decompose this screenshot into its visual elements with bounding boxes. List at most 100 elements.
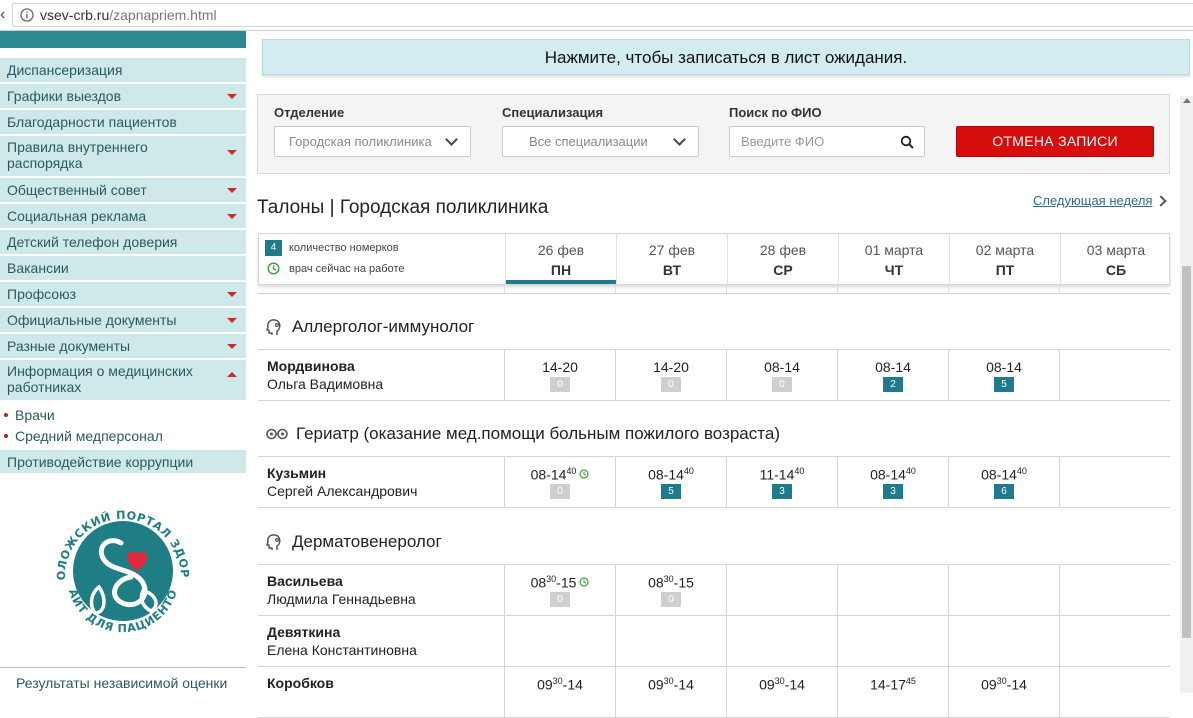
doctor-name[interactable]: Девяткина Елена Константиновна [267,624,417,658]
day-tab-0[interactable]: 26 фев ПН [505,234,616,284]
slot-time-start: 09 [759,676,775,693]
day-tab-4[interactable]: 02 марта ПТ [949,234,1060,284]
schedule-slot[interactable]: 0930-14 [948,667,1059,717]
slot-time-start: 08 [530,574,547,591]
day-tab-3[interactable]: 01 марта ЧТ [838,234,949,284]
chevron-down-icon [445,133,458,146]
elderly-glasses-icon [266,428,288,440]
schedule-slot[interactable]: 14-1745 [837,667,948,717]
search-icon[interactable] [900,135,914,149]
sidebar-item-obshchestvenny-sovet[interactable]: Общественный совет [0,178,246,204]
slot-time-start: 08-14 [981,466,1017,483]
schedule-slot[interactable]: 08-14 2 [837,350,948,400]
url-field[interactable]: vsev-crb.ru/zapnapriem.html [12,3,1193,27]
active-day-indicator [506,280,616,284]
day-tab-2[interactable]: 28 фев СР [727,234,838,284]
ticket-count-badge: 0 [550,592,570,607]
schedule-slot[interactable]: 08-1440 0 [504,457,615,507]
doctor-name[interactable]: Васильева Людмила Геннадьевна [267,573,416,607]
sidebar-item-protivodeystvie-korruptsii[interactable]: Противодействие коррупции [0,450,246,475]
sidebar-item-info-med-rabotnikah[interactable]: Информация о медицинских работниках [0,360,246,402]
chevron-right-icon[interactable] [1155,195,1167,207]
search-label: Поиск по ФИО [729,105,822,120]
schedule-grid: Васильева Людмила Геннадьевна 0830-15 0 0830… [258,564,1170,718]
sidebar-item-blagodarnosti[interactable]: Благодарности пациентов [0,110,246,136]
slot-time-start: 08-14 [870,466,906,483]
sidebar-item-sotsialnaya-reklama[interactable]: Социальная реклама [0,204,246,230]
caret-down-icon [227,188,237,193]
schedule-slot[interactable]: 0930-14 [726,667,837,717]
back-arrow-icon[interactable]: ‹ [0,6,6,24]
schedule-slot [948,565,1059,615]
independent-assessment-link[interactable]: Результаты независимой оценки [16,675,227,691]
caret-down-icon [227,150,237,155]
caret-down-icon [227,214,237,219]
specialty-name: Дерматовенеролог [292,532,442,551]
browser-address-bar: ‹ vsev-crb.ru/zapnapriem.html [0,0,1193,31]
doctor-last-name: Мордвинова [267,358,355,374]
department-select[interactable]: Городская поликлиника [274,126,471,157]
schedule-slot[interactable]: 08-1440 3 [837,457,948,507]
sidebar-divider [0,667,246,668]
column-divider [948,286,949,293]
info-icon[interactable] [20,8,34,22]
next-week-link[interactable]: Следующая неделя [1033,193,1152,208]
day-date: 27 фев [648,242,696,258]
schedule-slot[interactable]: 14-20 0 [615,350,726,400]
doctor-name[interactable]: Кузьмин Сергей Александрович [267,465,417,499]
scrollbar-thumb[interactable] [1182,266,1191,638]
search-fio-input[interactable] [729,126,925,157]
sidebar-item-profsoyuz[interactable]: Профсоюз [0,282,246,308]
sidebar-item-detsky-telefon[interactable]: Детский телефон доверия [0,230,246,256]
specialization-select[interactable]: Все специализации [502,126,699,157]
schedule-slot [726,616,837,666]
slot-time: 0930-14 [505,676,615,693]
slot-time-start: 09 [537,676,553,693]
day-tab-5[interactable]: 03 марта СБ [1060,234,1171,284]
sidebar-item-dispanserizatsiya[interactable]: Диспансеризация [0,58,246,84]
sidebar-subitem-sredny-medpersonal[interactable]: Средний медперсонал [4,428,163,444]
schedule-slot[interactable]: 08-14 5 [948,350,1059,400]
legend-working: врач сейчас на работе [265,262,404,275]
column-divider [615,286,616,293]
sidebar-item-label: Вакансии [7,260,69,276]
schedule-slot[interactable]: 0930-14 [504,667,615,717]
day-date: 03 марта [1086,242,1146,258]
page-scrollbar[interactable] [1180,96,1193,693]
slot-time-minutes: 30 [774,676,785,686]
doctor-name[interactable]: Мордвинова Ольга Вадимовна [267,358,383,392]
ticket-count-badge: 3 [772,484,792,499]
slot-time-minutes: 30 [663,676,674,686]
sidebar-item-ofitsialnye-dokumenty[interactable]: Официальные документы [0,308,246,334]
sidebar-item-grafiki-vyezdov[interactable]: Графики выездов [0,84,246,110]
sidebar-item-label: Детский телефон доверия [7,234,178,250]
schedule-slot[interactable]: 08-14 0 [726,350,837,400]
schedule-slot[interactable]: 0830-15 0 [615,565,726,615]
cancel-appointment-button[interactable]: ОТМЕНА ЗАПИСИ [956,126,1154,157]
column-divider [837,286,838,293]
sidebar-subitem-vrachi[interactable]: Врачи [4,407,55,423]
schedule-slot[interactable]: 14-20 0 [504,350,615,400]
schedule-slot [837,565,948,615]
schedule-slot[interactable]: 0930-14 [615,667,726,717]
day-tab-1[interactable]: 27 фев ВТ [616,234,727,284]
caret-down-icon [227,318,237,323]
slot-time: 11-1440 [727,466,837,483]
sidebar-item-vakansii[interactable]: Вакансии [0,256,246,282]
sidebar: Диспансеризация Графики выездов Благодар… [0,31,247,693]
waitlist-banner-button[interactable]: Нажмите, чтобы записаться в лист ожидани… [262,39,1190,75]
specialty-name: Аллерголог-иммунолог [292,317,475,336]
schedule-slot[interactable]: 08-1440 6 [948,457,1059,507]
slot-time-start: 09 [981,676,997,693]
sidebar-item-raznye-dokumenty[interactable]: Разные документы [0,334,246,360]
schedule-slot[interactable]: 0830-15 0 [504,565,615,615]
health-portal-logo[interactable]: ВСЕВОЛОЖСКИЙ ПОРТАЛ ЗДОРОВЬЯ САЙТ ДЛЯ ПА… [47,495,199,647]
doctor-first-name: Ольга Вадимовна [267,376,384,392]
doctor-name[interactable]: Коробков [267,675,334,693]
schedule-slot[interactable]: 11-1440 3 [726,457,837,507]
schedule-slot[interactable]: 08-1440 5 [615,457,726,507]
sidebar-item-pravila[interactable]: Правила внутреннего распорядка [0,136,246,178]
scroll-up-icon[interactable] [1183,98,1191,103]
slot-time: 08-14 [838,359,948,375]
sidebar-header-strip [0,31,246,48]
